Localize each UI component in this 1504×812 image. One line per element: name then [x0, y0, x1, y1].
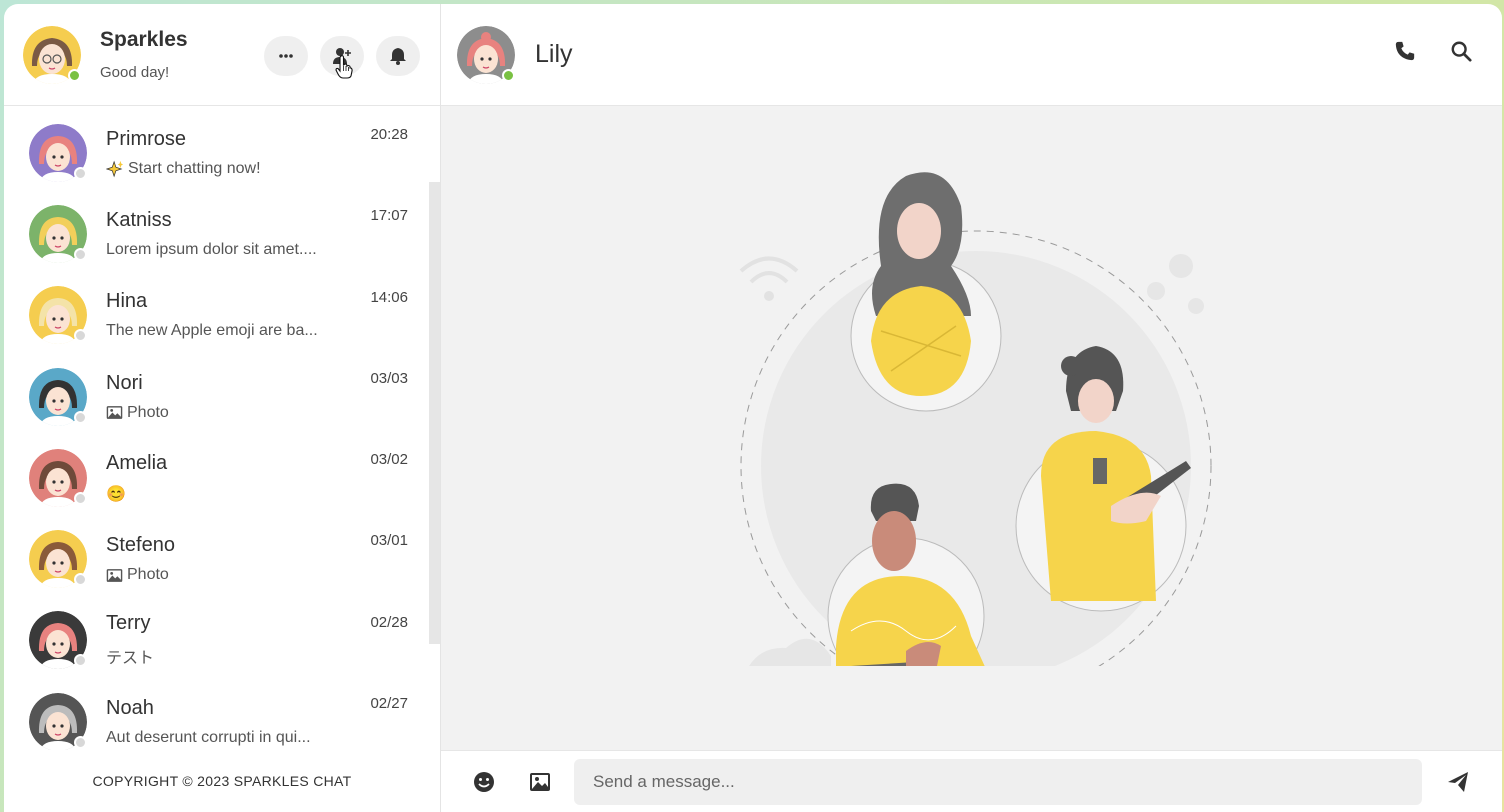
contact-name: Stefeno	[106, 534, 175, 557]
chat-header: Lily	[441, 4, 1502, 106]
contact-item[interactable]: Katniss Lorem ipsum dolor sit amet.... 1…	[4, 193, 440, 274]
message-preview-text: Photo	[127, 403, 169, 421]
message-preview-text: Aut deserunt corrupti in qui...	[106, 728, 311, 746]
copyright-footer: COPYRIGHT © 2023 SPARKLES CHAT	[92, 773, 352, 789]
offline-status-indicator	[74, 410, 87, 424]
contact-name: Nori	[106, 371, 143, 394]
message-preview-text: Photo	[127, 566, 169, 584]
user-name: Sparkles	[100, 28, 188, 51]
contact-avatar	[29, 204, 87, 263]
contact-item[interactable]: Nori Photo 03/03	[4, 356, 440, 437]
more-horizontal-icon	[279, 54, 293, 58]
offline-status-indicator	[74, 166, 87, 180]
offline-status-indicator	[74, 573, 87, 587]
message-time: 03/02	[370, 451, 408, 469]
offline-status-indicator	[74, 654, 87, 668]
message-time: 03/01	[370, 532, 408, 550]
message-time: 02/28	[370, 613, 408, 631]
contact-avatar	[29, 530, 87, 589]
more-options-button[interactable]	[264, 36, 308, 76]
user-avatar[interactable]	[23, 25, 81, 84]
message-preview-text: Start chatting now!	[128, 159, 261, 177]
contact-item[interactable]: Terry テスト 02/28	[4, 600, 440, 681]
emoji-icon[interactable]	[472, 770, 496, 794]
message-time: 02/27	[370, 695, 408, 713]
message-preview: The new Apple emoji are ba...	[106, 322, 346, 340]
bell-icon	[390, 48, 406, 65]
sidebar: Sparkles Good day! Primrose Start chatti…	[4, 4, 441, 812]
contact-list: Primrose Start chatting now! 20:28 Katni…	[4, 106, 440, 750]
contact-name: Hina	[106, 290, 148, 313]
offline-status-indicator	[74, 329, 87, 343]
message-time: 20:28	[370, 126, 408, 143]
message-preview: Photo	[106, 566, 346, 584]
sparkles-icon	[106, 160, 124, 177]
chat-panel: Lily	[441, 4, 1502, 812]
contact-avatar	[29, 611, 87, 670]
message-preview-text: テスト	[106, 650, 155, 668]
offline-status-indicator	[74, 247, 87, 261]
contact-avatar	[29, 367, 87, 426]
contact-name: Primrose	[106, 127, 187, 150]
message-preview: Start chatting now!	[106, 160, 346, 178]
image-icon	[106, 406, 123, 419]
message-preview-text: Lorem ipsum dolor sit amet....	[106, 240, 317, 258]
contact-name: Katniss	[106, 208, 172, 231]
phone-icon[interactable]	[1394, 40, 1416, 62]
message-time: 03/03	[370, 369, 408, 387]
message-time: 14:06	[370, 288, 408, 306]
contact-item[interactable]: Primrose Start chatting now! 20:28	[4, 112, 440, 193]
chat-partner-name: Lily	[535, 40, 573, 68]
contact-avatar	[29, 448, 87, 507]
message-composer	[441, 750, 1502, 812]
contact-item[interactable]: Stefeno Photo 03/01	[4, 518, 440, 599]
message-preview-text: The new Apple emoji are ba...	[106, 322, 318, 340]
contact-item[interactable]: Amelia 😊 03/02	[4, 437, 440, 518]
message-preview: Lorem ipsum dolor sit amet....	[106, 241, 346, 259]
message-preview-text: 😊	[106, 485, 126, 503]
offline-status-indicator	[74, 735, 87, 749]
image-attach-icon[interactable]	[528, 770, 552, 794]
chat-partner-avatar[interactable]	[457, 25, 515, 84]
offline-status-indicator	[74, 491, 87, 505]
user-status: Good day!	[100, 64, 170, 81]
contact-list-scrollbar[interactable]	[429, 182, 440, 644]
message-preview: Photo	[106, 404, 346, 422]
message-input[interactable]	[574, 758, 1422, 805]
contact-item[interactable]: Hina The new Apple emoji are ba... 14:06	[4, 275, 440, 356]
contact-name: Terry	[106, 612, 151, 635]
contact-name: Noah	[106, 696, 154, 719]
people-connecting-illustration	[739, 172, 1212, 666]
message-preview: テスト	[106, 644, 346, 668]
message-time: 17:07	[370, 207, 408, 225]
contact-name: Amelia	[106, 451, 168, 474]
message-preview: Aut deserunt corrupti in qui...	[106, 729, 346, 747]
send-icon[interactable]	[1446, 770, 1470, 794]
image-icon	[106, 568, 123, 582]
user-profile-header: Sparkles Good day!	[4, 4, 440, 106]
contact-avatar	[29, 286, 87, 345]
contact-avatar	[29, 692, 87, 750]
online-status-indicator	[502, 68, 515, 82]
notifications-button[interactable]	[376, 36, 420, 76]
contact-avatar	[29, 123, 87, 182]
message-preview: 😊	[106, 484, 346, 504]
contact-item[interactable]: Noah Aut deserunt corrupti in qui... 02/…	[4, 681, 440, 750]
chat-body-empty-state	[441, 106, 1502, 750]
online-status-indicator	[68, 68, 81, 82]
chat-app: Sparkles Good day! Primrose Start chatti…	[4, 4, 1502, 812]
search-icon[interactable]	[1450, 40, 1472, 62]
hand-cursor-icon	[335, 55, 353, 79]
